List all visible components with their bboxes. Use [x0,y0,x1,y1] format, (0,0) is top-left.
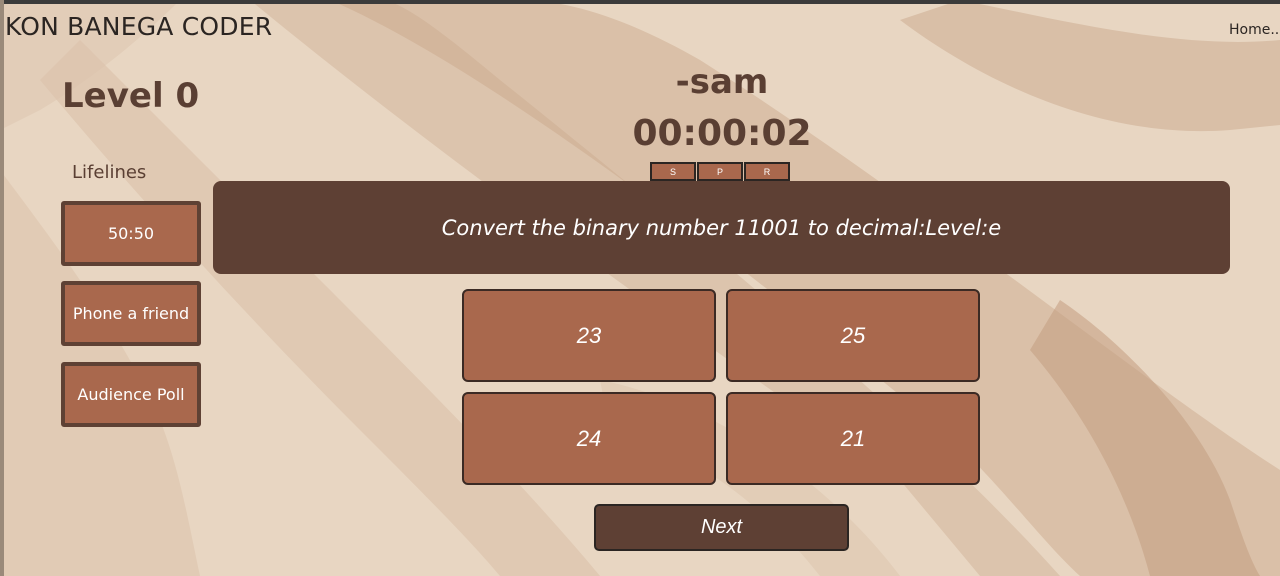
lifelines-title: Lifelines [72,162,147,183]
timer-display: 00:00:02 [632,113,812,154]
option-button-b[interactable]: 25 [726,289,980,382]
home-link[interactable]: Home... [1229,22,1280,38]
option-button-d[interactable]: 21 [726,392,980,485]
option-button-a[interactable]: 23 [462,289,716,382]
timer-reset-button[interactable]: R [744,162,790,181]
lifeline-phone-a-friend-button[interactable]: Phone a friend [61,281,201,346]
next-button[interactable]: Next [594,504,849,551]
window-left-border [0,0,4,576]
timer-pause-button[interactable]: P [697,162,743,181]
option-button-c[interactable]: 24 [462,392,716,485]
brand-title: KON BANEGA CODER [5,12,273,41]
question-text: Convert the binary number 11001 to decim… [213,181,1230,274]
timer-start-button[interactable]: S [650,162,696,181]
window-top-border [0,0,1280,4]
lifeline-fifty-fifty-button[interactable]: 50:50 [61,201,201,266]
level-label: Level 0 [62,76,200,116]
player-name: -sam [675,62,769,102]
lifeline-audience-poll-button[interactable]: Audience Poll [61,362,201,427]
